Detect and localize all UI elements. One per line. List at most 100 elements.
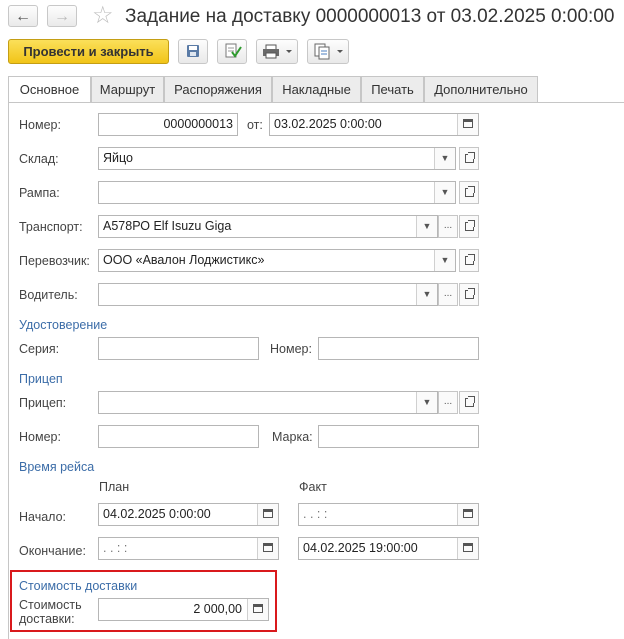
- start-fact-calendar-button[interactable]: [457, 504, 478, 525]
- star-icon[interactable]: ☆: [92, 2, 114, 30]
- chevron-down-icon: ▼: [440, 187, 450, 197]
- post-and-close-button[interactable]: Провести и закрыть: [8, 39, 169, 64]
- print-menu-button[interactable]: [256, 39, 298, 64]
- create-based-on-button[interactable]: [307, 39, 349, 64]
- ramp-dropdown-button[interactable]: ▼: [434, 182, 455, 203]
- calendar-icon: [263, 543, 273, 552]
- delivery-cost-value: 2 000,00: [193, 602, 242, 616]
- transport-dropdown-button[interactable]: ▼: [416, 216, 437, 237]
- tab-invoices[interactable]: Накладные: [272, 76, 361, 102]
- trailer-open-button[interactable]: [459, 391, 479, 414]
- open-icon: [464, 220, 475, 231]
- delivery-cost-label: Стоимость доставки:: [19, 598, 82, 626]
- arrow-right-icon: →: [54, 8, 70, 25]
- start-plan-value: 04.02.2025 0:00:00: [103, 507, 211, 521]
- chevron-down-icon: ▼: [422, 397, 432, 407]
- print-icon: [263, 44, 292, 59]
- forward-button[interactable]: →: [47, 5, 77, 27]
- ellipsis-icon: ...: [443, 288, 453, 299]
- arrow-left-icon: ←: [15, 8, 31, 25]
- end-plan-field[interactable]: . . : :: [98, 537, 279, 560]
- post-button[interactable]: [217, 39, 247, 64]
- trailer-label: Прицеп:: [19, 396, 67, 410]
- number-label: Номер:: [19, 118, 61, 132]
- transport-field[interactable]: А578РО Elf Isuzu Giga ▼: [98, 215, 438, 238]
- open-icon: [464, 152, 475, 163]
- ellipsis-icon: ...: [443, 220, 453, 231]
- tab-route[interactable]: Маршрут: [91, 76, 164, 102]
- transport-value: А578РО Elf Isuzu Giga: [103, 219, 232, 233]
- transport-open-button[interactable]: [459, 215, 479, 238]
- warehouse-dropdown-button[interactable]: ▼: [434, 148, 455, 169]
- date-label: от:: [247, 118, 263, 132]
- tab-orders[interactable]: Распоряжения: [164, 76, 272, 102]
- start-plan-calendar-button[interactable]: [257, 504, 278, 525]
- delivery-cost-field[interactable]: 2 000,00: [98, 598, 269, 621]
- driver-field[interactable]: ▼: [98, 283, 438, 306]
- end-fact-value: 04.02.2025 19:00:00: [303, 541, 418, 555]
- calendar-icon: [463, 543, 473, 552]
- calendar-icon: [463, 119, 473, 128]
- open-icon: [464, 186, 475, 197]
- trailer-section-title: Прицеп: [19, 372, 63, 386]
- delivery-cost-section-title: Стоимость доставки: [19, 579, 138, 593]
- warehouse-label: Склад:: [19, 152, 59, 166]
- chevron-down-icon: ▼: [440, 255, 450, 265]
- trailer-dropdown-button[interactable]: ▼: [416, 392, 437, 413]
- driver-dropdown-button[interactable]: ▼: [416, 284, 437, 305]
- calendar-icon: [263, 509, 273, 518]
- trailer-select-button[interactable]: ...: [438, 391, 458, 414]
- driver-select-button[interactable]: ...: [438, 283, 458, 306]
- warehouse-field[interactable]: Яйцо ▼: [98, 147, 456, 170]
- fact-header: Факт: [299, 480, 327, 494]
- start-plan-field[interactable]: 04.02.2025 0:00:00: [98, 503, 279, 526]
- save-button[interactable]: [178, 39, 208, 64]
- trailer-brand-field[interactable]: [318, 425, 479, 448]
- start-fact-field[interactable]: . . : :: [298, 503, 479, 526]
- tab-print[interactable]: Печать: [361, 76, 424, 102]
- carrier-value: ООО «Авалон Лоджистикс»: [103, 253, 265, 267]
- start-label: Начало:: [19, 510, 67, 524]
- driver-open-button[interactable]: [459, 283, 479, 306]
- start-fact-value: . . : :: [303, 507, 328, 521]
- carrier-dropdown-button[interactable]: ▼: [434, 250, 455, 271]
- date-value: 03.02.2025 0:00:00: [274, 117, 382, 131]
- ellipsis-icon: ...: [443, 396, 453, 407]
- open-icon: [464, 396, 475, 407]
- series-label: Серия:: [19, 342, 60, 356]
- plan-header: План: [99, 480, 130, 494]
- post-icon: [225, 43, 242, 58]
- end-fact-field[interactable]: 04.02.2025 19:00:00: [298, 537, 479, 560]
- chevron-down-icon: ▼: [422, 221, 432, 231]
- tab-main[interactable]: Основное: [8, 76, 91, 103]
- open-icon: [464, 288, 475, 299]
- ramp-label: Рампа:: [19, 186, 60, 200]
- chevron-down-icon: ▼: [422, 289, 432, 299]
- calendar-button[interactable]: [457, 114, 478, 135]
- driver-label: Водитель:: [19, 288, 78, 302]
- tab-additional[interactable]: Дополнительно: [424, 76, 538, 102]
- carrier-open-button[interactable]: [459, 249, 479, 272]
- carrier-field[interactable]: ООО «Авалон Лоджистикс» ▼: [98, 249, 456, 272]
- back-button[interactable]: ←: [8, 5, 38, 27]
- transport-select-button[interactable]: ...: [438, 215, 458, 238]
- delivery-cost-label-line1: Стоимость: [19, 598, 82, 612]
- end-fact-calendar-button[interactable]: [457, 538, 478, 559]
- warehouse-open-button[interactable]: [459, 147, 479, 170]
- end-label: Окончание:: [19, 544, 86, 558]
- license-section-title: Удостоверение: [19, 318, 108, 332]
- end-plan-calendar-button[interactable]: [257, 538, 278, 559]
- calculator-button[interactable]: [247, 599, 268, 620]
- date-field[interactable]: 03.02.2025 0:00:00: [269, 113, 479, 136]
- trip-time-section-title: Время рейса: [19, 460, 95, 474]
- ramp-field[interactable]: ▼: [98, 181, 456, 204]
- license-number-field[interactable]: [318, 337, 479, 360]
- series-field[interactable]: [98, 337, 259, 360]
- number-field[interactable]: 0000000013: [98, 113, 238, 136]
- ramp-open-button[interactable]: [459, 181, 479, 204]
- open-icon: [464, 254, 475, 265]
- trailer-brand-label: Марка:: [272, 430, 313, 444]
- trailer-field[interactable]: ▼: [98, 391, 438, 414]
- trailer-number-field[interactable]: [98, 425, 259, 448]
- end-plan-value: . . : :: [103, 541, 128, 555]
